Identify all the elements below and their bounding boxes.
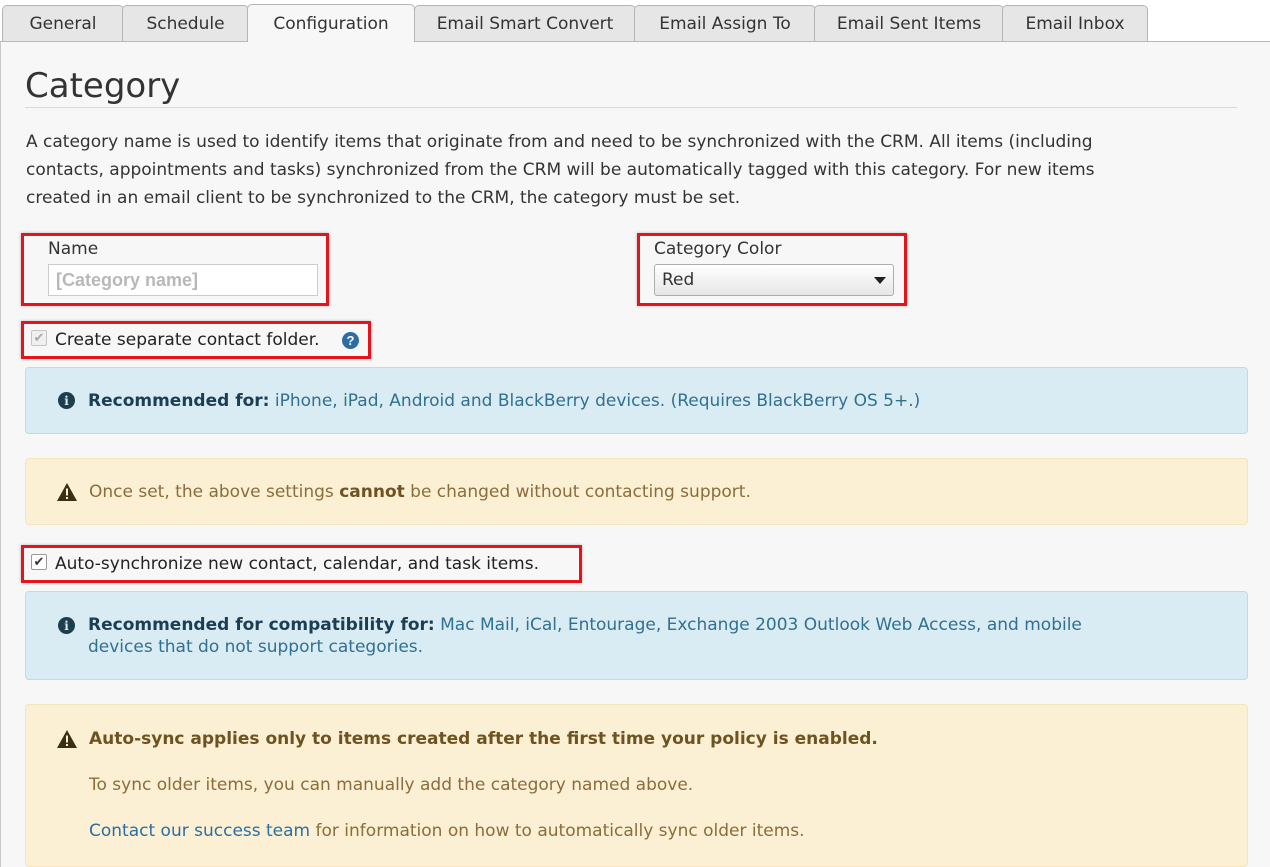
tab-label: Schedule — [146, 14, 225, 34]
configuration-panel: Category A category name is used to iden… — [0, 42, 1270, 867]
info-devices-alert: i Recommended for: iPhone, iPad, Android… — [25, 367, 1248, 434]
check-icon: ✔ — [33, 554, 45, 570]
description-line: created in an email client to be synchro… — [26, 188, 741, 208]
tab-configuration[interactable]: Configuration — [247, 4, 415, 42]
info-icon: i — [58, 392, 75, 409]
tab-label: General — [29, 14, 97, 34]
info-devices-strong: Recommended for: — [88, 391, 270, 411]
tab-label: Email Assign To — [659, 14, 791, 34]
info-icon: i — [58, 617, 75, 634]
contact-success-team-link[interactable]: Contact our success team — [89, 821, 310, 841]
warn-settings-strong: cannot — [339, 482, 405, 502]
tab-email-assign-to[interactable]: Email Assign To — [634, 5, 816, 42]
category-color-label: Category Color — [654, 239, 782, 259]
section-description: A category name is used to identify item… — [26, 128, 1226, 212]
description-line: contacts, appointments and tasks) synchr… — [26, 160, 1095, 180]
warn-autosync-alert: Auto-sync applies only to items created … — [25, 704, 1248, 867]
auto-sync-label: Auto-synchronize new contact, calendar, … — [55, 554, 539, 574]
warn-settings-text: Once set, the above settings cannot be c… — [89, 481, 751, 503]
name-label: Name — [48, 239, 99, 259]
section-title: Category — [25, 66, 181, 106]
warning-icon — [57, 483, 77, 501]
info-compat-strong: Recommended for compatibility for: — [88, 615, 435, 635]
caret-down-icon — [874, 276, 886, 284]
warn-autosync-line3: Contact our success team for information… — [89, 820, 805, 842]
help-icon[interactable]: ? — [342, 332, 359, 349]
category-color-value: Red — [662, 270, 695, 290]
description-line: A category name is used to identify item… — [26, 132, 1093, 152]
tab-email-inbox[interactable]: Email Inbox — [1002, 5, 1148, 42]
warn-autosync-heading: Auto-sync applies only to items created … — [89, 729, 878, 749]
warning-icon — [57, 730, 77, 748]
tab-label: Email Smart Convert — [436, 14, 614, 34]
tab-bar: General Schedule Configuration Email Sma… — [0, 0, 1270, 42]
info-compat-text: Recommended for compatibility for: Mac M… — [88, 614, 1082, 658]
warn-settings-alert: Once set, the above settings cannot be c… — [25, 458, 1248, 525]
tab-label: Email Sent Items — [836, 14, 982, 34]
tab-general[interactable]: General — [2, 5, 124, 42]
info-devices-body: iPhone, iPad, Android and BlackBerry dev… — [269, 391, 921, 411]
warn-autosync-line3-rest: for information on how to automatically … — [310, 821, 805, 841]
auto-sync-checkbox[interactable]: ✔ — [31, 554, 47, 570]
info-compat-alert: i Recommended for compatibility for: Mac… — [25, 591, 1248, 680]
info-compat-body: devices that do not support categories. — [88, 637, 424, 657]
tab-label: Configuration — [273, 13, 389, 34]
category-name-input[interactable] — [48, 264, 318, 296]
tab-label: Email Inbox — [1025, 14, 1125, 34]
warn-autosync-line2: To sync older items, you can manually ad… — [89, 775, 694, 795]
tab-email-smart-convert[interactable]: Email Smart Convert — [414, 5, 636, 42]
info-compat-body: Mac Mail, iCal, Entourage, Exchange 2003… — [434, 615, 1082, 635]
info-devices-text: Recommended for: iPhone, iPad, Android a… — [88, 390, 920, 412]
separate-folder-label: Create separate contact folder. — [55, 330, 320, 350]
warn-settings-before: Once set, the above settings — [89, 482, 340, 502]
category-color-select[interactable]: Red — [654, 264, 894, 296]
tab-email-sent-items[interactable]: Email Sent Items — [814, 5, 1004, 42]
separate-folder-checkbox[interactable]: ✔ — [31, 330, 47, 346]
check-icon: ✔ — [33, 330, 45, 346]
warn-settings-after: be changed without contacting support. — [404, 482, 751, 502]
title-divider — [25, 107, 1237, 108]
tab-schedule[interactable]: Schedule — [122, 5, 249, 42]
